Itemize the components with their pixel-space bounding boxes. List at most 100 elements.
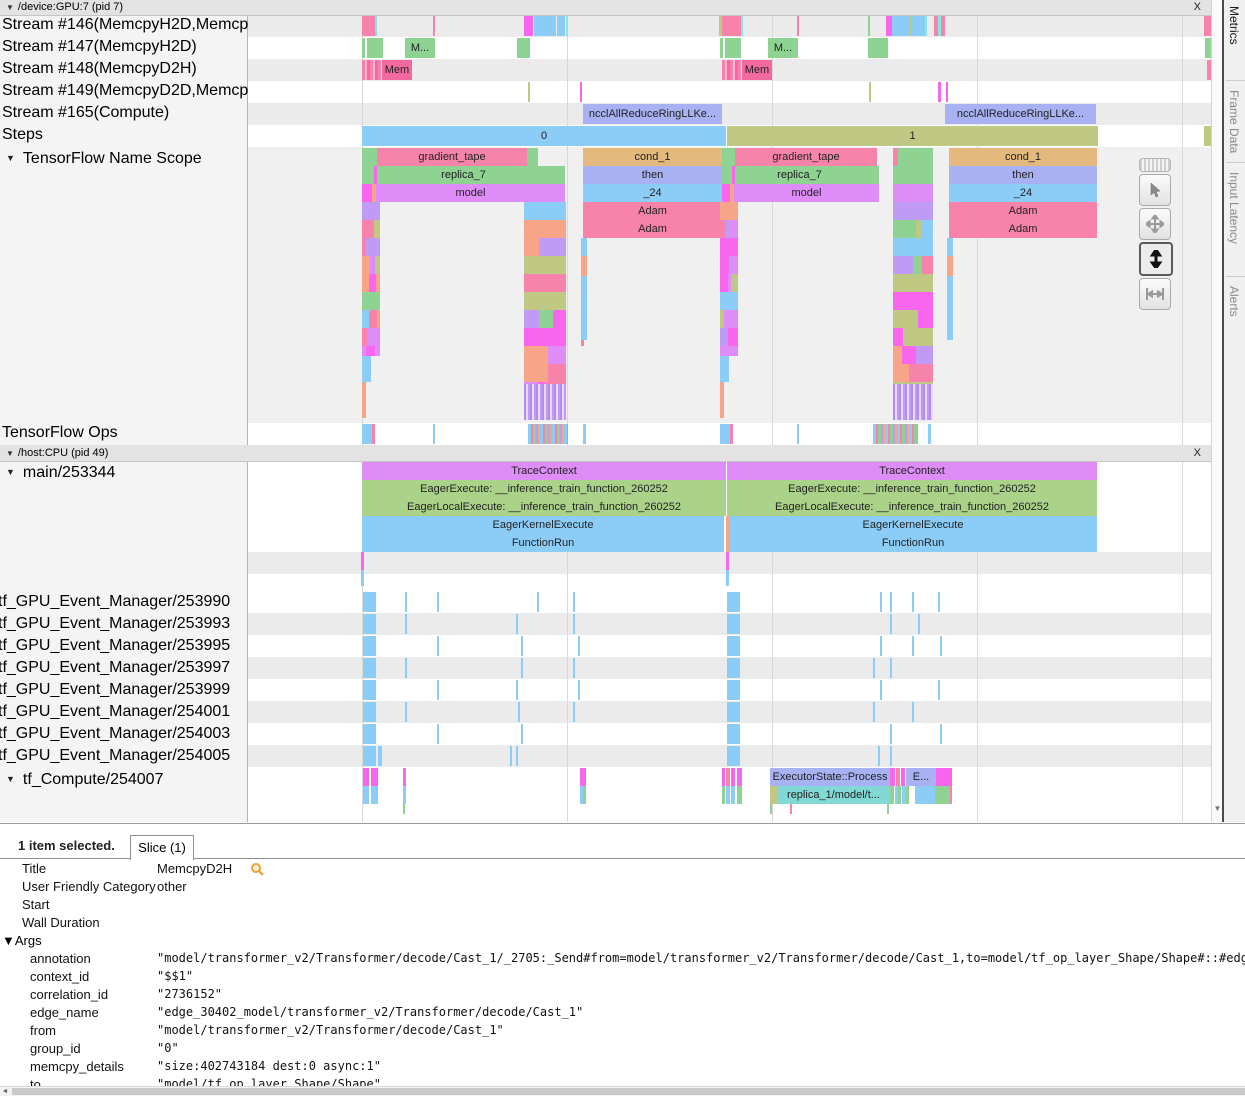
trace-slice[interactable] xyxy=(731,786,735,804)
trace-slice[interactable] xyxy=(362,184,372,202)
trace-slice[interactable] xyxy=(405,658,407,678)
trace-slice[interactable] xyxy=(362,220,374,238)
trace-slice[interactable] xyxy=(553,310,566,328)
trace-slice[interactable] xyxy=(524,256,566,274)
trace-slice[interactable] xyxy=(524,384,566,402)
zoom-tool-button[interactable] xyxy=(1139,242,1173,276)
trace-slice[interactable]: 0 xyxy=(362,126,726,146)
trace-slice[interactable] xyxy=(573,592,575,612)
trace-slice[interactable] xyxy=(521,636,523,656)
trace-slice[interactable] xyxy=(906,786,909,804)
magnifier-icon[interactable] xyxy=(250,862,264,876)
trace-slice[interactable] xyxy=(918,614,920,634)
trace-slice[interactable] xyxy=(898,786,901,804)
trace-slice[interactable] xyxy=(524,292,566,310)
trace-slice[interactable] xyxy=(915,786,935,804)
trace-slice[interactable] xyxy=(375,16,377,36)
trace-slice[interactable] xyxy=(362,202,380,220)
trace-slice[interactable] xyxy=(893,256,913,274)
trace-slice[interactable] xyxy=(362,60,381,80)
trace-slice[interactable] xyxy=(362,274,369,292)
trace-slice[interactable] xyxy=(935,786,950,804)
trace-slice[interactable] xyxy=(403,804,405,814)
trace-slice[interactable] xyxy=(722,16,741,36)
trace-slice[interactable] xyxy=(918,310,933,328)
side-tab-frame-data[interactable]: Frame Data xyxy=(1227,90,1241,153)
trace-slice[interactable] xyxy=(916,346,933,364)
trace-slice[interactable] xyxy=(363,636,376,656)
row-label[interactable]: ▼TensorFlow Name Scope xyxy=(6,150,202,168)
trace-slice[interactable] xyxy=(362,310,369,328)
trace-slice[interactable] xyxy=(893,202,933,220)
trace-slice[interactable] xyxy=(732,256,738,274)
trace-slice[interactable] xyxy=(726,786,730,804)
trace-slice[interactable]: then xyxy=(949,166,1097,184)
collapse-track-icon[interactable]: ▼ xyxy=(6,774,15,784)
trace-slice[interactable] xyxy=(1204,16,1211,36)
trace-slice[interactable] xyxy=(720,148,735,166)
trace-slice[interactable] xyxy=(403,768,406,786)
trace-slice[interactable] xyxy=(893,166,933,184)
trace-slice[interactable] xyxy=(868,38,888,58)
collapse-track-icon[interactable]: ▼ xyxy=(6,467,15,477)
close-cpu-button[interactable]: X xyxy=(1194,445,1201,461)
trace-slice[interactable] xyxy=(374,220,380,238)
trace-slice[interactable] xyxy=(901,768,905,786)
trace-slice[interactable] xyxy=(732,166,735,184)
trace-slice[interactable] xyxy=(892,16,910,36)
trace-slice[interactable] xyxy=(516,746,518,766)
trace-slice[interactable]: ncclAllReduceRingLLKe... xyxy=(583,104,722,124)
trace-slice[interactable] xyxy=(524,220,566,238)
pan-tool-button[interactable] xyxy=(1139,208,1171,240)
trace-slice[interactable] xyxy=(722,60,741,80)
trace-slice[interactable] xyxy=(371,768,378,786)
horizontal-scroll-thumb[interactable] xyxy=(12,1088,1245,1095)
trace-slice[interactable]: Adam xyxy=(949,202,1097,220)
trace-slice[interactable]: Adam xyxy=(583,220,722,238)
trace-slice[interactable]: 1 xyxy=(727,126,1098,146)
trace-slice[interactable] xyxy=(521,724,523,744)
trace-slice[interactable] xyxy=(947,238,953,256)
trace-slice[interactable]: M... xyxy=(768,38,798,58)
trace-slice[interactable]: Adam xyxy=(583,202,722,220)
trace-slice[interactable] xyxy=(727,636,740,656)
trace-slice[interactable] xyxy=(941,16,945,36)
trace-slice[interactable] xyxy=(517,38,530,58)
trace-slice[interactable] xyxy=(528,424,568,444)
trace-slice[interactable] xyxy=(890,724,892,744)
trace-slice[interactable] xyxy=(940,636,942,656)
trace-slice[interactable]: EagerLocalExecute: __inference_train_fun… xyxy=(362,498,726,516)
trace-slice[interactable] xyxy=(362,356,371,382)
trace-slice[interactable] xyxy=(726,570,729,586)
trace-slice[interactable]: replica_1/model/t... xyxy=(777,786,890,804)
trace-slice[interactable] xyxy=(909,364,933,382)
trace-slice[interactable] xyxy=(581,256,587,276)
trace-slice[interactable] xyxy=(938,680,940,700)
trace-slice[interactable] xyxy=(946,82,948,102)
trace-slice[interactable] xyxy=(741,16,743,36)
trace-slice[interactable]: Mem xyxy=(382,60,412,80)
trace-slice[interactable] xyxy=(890,658,892,678)
trace-slice[interactable] xyxy=(893,402,933,420)
trace-slice[interactable] xyxy=(361,570,364,586)
trace-slice[interactable]: cond_1 xyxy=(949,148,1097,166)
trace-slice[interactable] xyxy=(720,356,729,382)
trace-slice[interactable] xyxy=(433,16,435,36)
trace-slice[interactable] xyxy=(557,16,565,36)
trace-slice[interactable] xyxy=(578,680,580,700)
trace-slice[interactable] xyxy=(873,424,918,444)
trace-slice[interactable] xyxy=(912,16,925,36)
trace-slice[interactable]: ncclAllReduceRingLLKe... xyxy=(945,104,1096,124)
trace-slice[interactable] xyxy=(873,658,875,678)
trace-slice[interactable] xyxy=(727,614,740,634)
collapse-gpu-icon[interactable]: ▼ xyxy=(6,3,14,12)
trace-slice[interactable] xyxy=(922,220,933,238)
trace-slice[interactable]: _24 xyxy=(583,184,722,202)
trace-slice[interactable] xyxy=(873,702,875,722)
tab-slice[interactable]: Slice (1) xyxy=(130,835,194,860)
trace-slice[interactable] xyxy=(890,746,892,766)
trace-slice[interactable]: gradient_tape xyxy=(377,148,527,166)
trace-slice[interactable] xyxy=(583,424,586,444)
trace-slice[interactable] xyxy=(797,424,799,444)
trace-slice[interactable] xyxy=(573,658,575,678)
